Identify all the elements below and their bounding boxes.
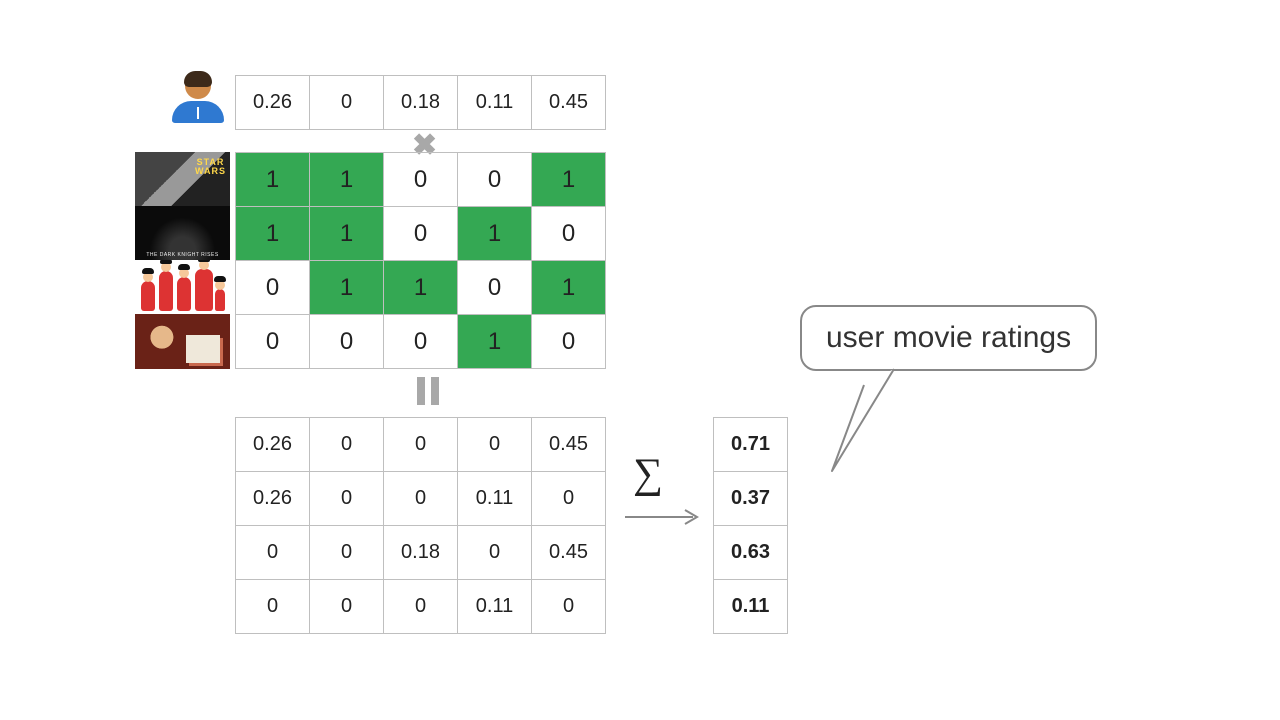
product-cell: 0 — [383, 471, 458, 526]
product-cell: 0.26 — [235, 417, 310, 472]
user-icon — [170, 73, 226, 129]
equals-icon — [417, 377, 439, 405]
movie-poster-dark-knight — [135, 206, 230, 261]
binary-cell: 0 — [383, 314, 458, 369]
result-cell: 0.11 — [713, 579, 788, 634]
callout-label: user movie ratings — [800, 305, 1097, 371]
binary-cell: 0 — [235, 260, 310, 315]
user-vector-cell: 0.11 — [457, 75, 532, 130]
binary-cell: 0 — [531, 206, 606, 261]
product-cell: 0 — [383, 417, 458, 472]
result-cell: 0.63 — [713, 525, 788, 580]
product-cell: 0 — [309, 525, 384, 580]
product-cell: 0.11 — [457, 579, 532, 634]
movie-feature-matrix: 11001110100110100010 — [235, 152, 606, 369]
product-matrix: 0.260000.450.26000.110000.1800.450000.11… — [235, 417, 606, 634]
product-cell: 0.45 — [531, 525, 606, 580]
movie-poster-incredibles — [135, 260, 230, 315]
result-cell: 0.37 — [713, 471, 788, 526]
product-cell: 0 — [309, 417, 384, 472]
binary-cell: 1 — [309, 260, 384, 315]
sigma-icon: ∑ — [633, 453, 663, 495]
user-hair-shape — [184, 71, 212, 87]
callout: user movie ratings — [800, 305, 1140, 371]
product-cell: 0 — [531, 471, 606, 526]
product-cell: 0 — [309, 471, 384, 526]
user-body-shape — [172, 101, 224, 123]
product-cell: 0 — [457, 525, 532, 580]
binary-cell: 0 — [309, 314, 384, 369]
binary-cell: 1 — [309, 206, 384, 261]
user-head-shape — [185, 73, 211, 99]
user-vector-cell: 0 — [309, 75, 384, 130]
binary-cell: 0 — [235, 314, 310, 369]
binary-cell: 0 — [383, 206, 458, 261]
arrow-icon — [623, 507, 703, 527]
product-cell: 0.18 — [383, 525, 458, 580]
binary-cell: 0 — [531, 314, 606, 369]
user-vector-cell: 0.45 — [531, 75, 606, 130]
user-vector-cell: 0.18 — [383, 75, 458, 130]
product-cell: 0 — [531, 579, 606, 634]
binary-cell: 1 — [383, 260, 458, 315]
binary-cell: 1 — [531, 152, 606, 207]
product-cell: 0 — [457, 417, 532, 472]
user-vector-cell: 0.26 — [235, 75, 310, 130]
result-cell: 0.71 — [713, 417, 788, 472]
product-cell: 0.26 — [235, 471, 310, 526]
result-column: 0.710.370.630.11 — [713, 417, 788, 634]
movie-thumbnails — [135, 152, 230, 369]
binary-cell: 1 — [531, 260, 606, 315]
movie-poster-memento — [135, 314, 230, 369]
product-cell: 0 — [383, 579, 458, 634]
product-cell: 0.45 — [531, 417, 606, 472]
product-cell: 0 — [235, 525, 310, 580]
callout-tail-icon — [824, 367, 914, 477]
binary-cell: 0 — [457, 152, 532, 207]
product-cell: 0 — [309, 579, 384, 634]
binary-cell: 1 — [309, 152, 384, 207]
binary-cell: 1 — [235, 152, 310, 207]
binary-cell: 0 — [457, 260, 532, 315]
binary-cell: 0 — [383, 152, 458, 207]
product-cell: 0.11 — [457, 471, 532, 526]
product-cell: 0 — [235, 579, 310, 634]
movie-poster-star-wars — [135, 152, 230, 207]
user-feature-vector: 0.26 0 0.18 0.11 0.45 — [235, 75, 606, 130]
binary-cell: 1 — [457, 206, 532, 261]
binary-cell: 1 — [457, 314, 532, 369]
binary-cell: 1 — [235, 206, 310, 261]
